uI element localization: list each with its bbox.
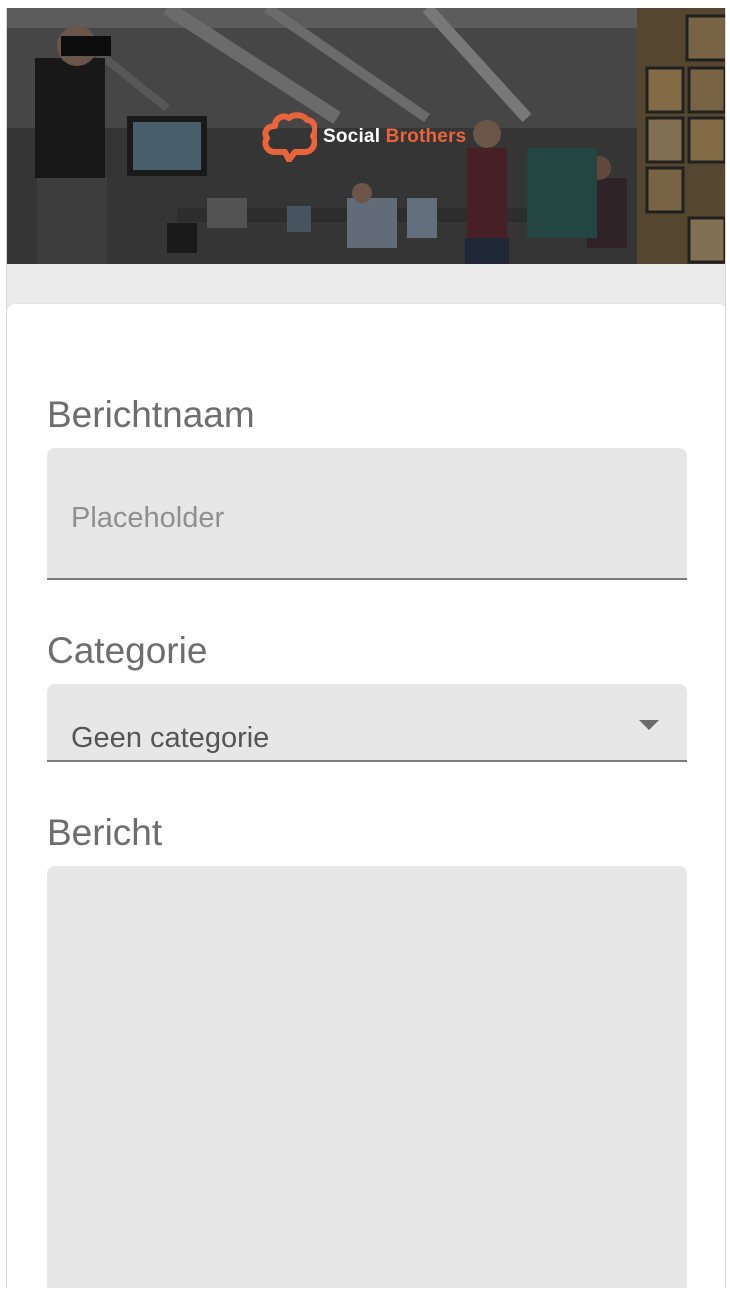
title-input[interactable]: Placeholder: [47, 448, 687, 580]
cloud-brand-icon: [262, 112, 317, 162]
brand-word-brothers: Brothers: [385, 126, 467, 147]
title-field-label: Berichtnaam: [47, 394, 255, 435]
category-select[interactable]: Geen categorie: [47, 684, 687, 762]
message-field-label: Bericht: [47, 812, 163, 853]
brand-name: Social Brothers: [323, 126, 466, 148]
title-input-placeholder: Placeholder: [71, 502, 225, 534]
brand-logo: Social Brothers: [261, 112, 466, 162]
message-form-card: Berichtnaam Placeholder Categorie Geen c…: [7, 304, 725, 1288]
category-field-label: Categorie: [47, 630, 208, 671]
dropdown-caret-icon: [639, 720, 659, 730]
header-banner: Social Brothers: [7, 8, 725, 264]
category-selected-value: Geen categorie: [71, 722, 270, 754]
brand-word-social: Social: [323, 126, 381, 147]
message-textarea[interactable]: [47, 866, 687, 1288]
app-frame: Social Brothers Berichtnaam Placeholder …: [6, 8, 726, 1288]
